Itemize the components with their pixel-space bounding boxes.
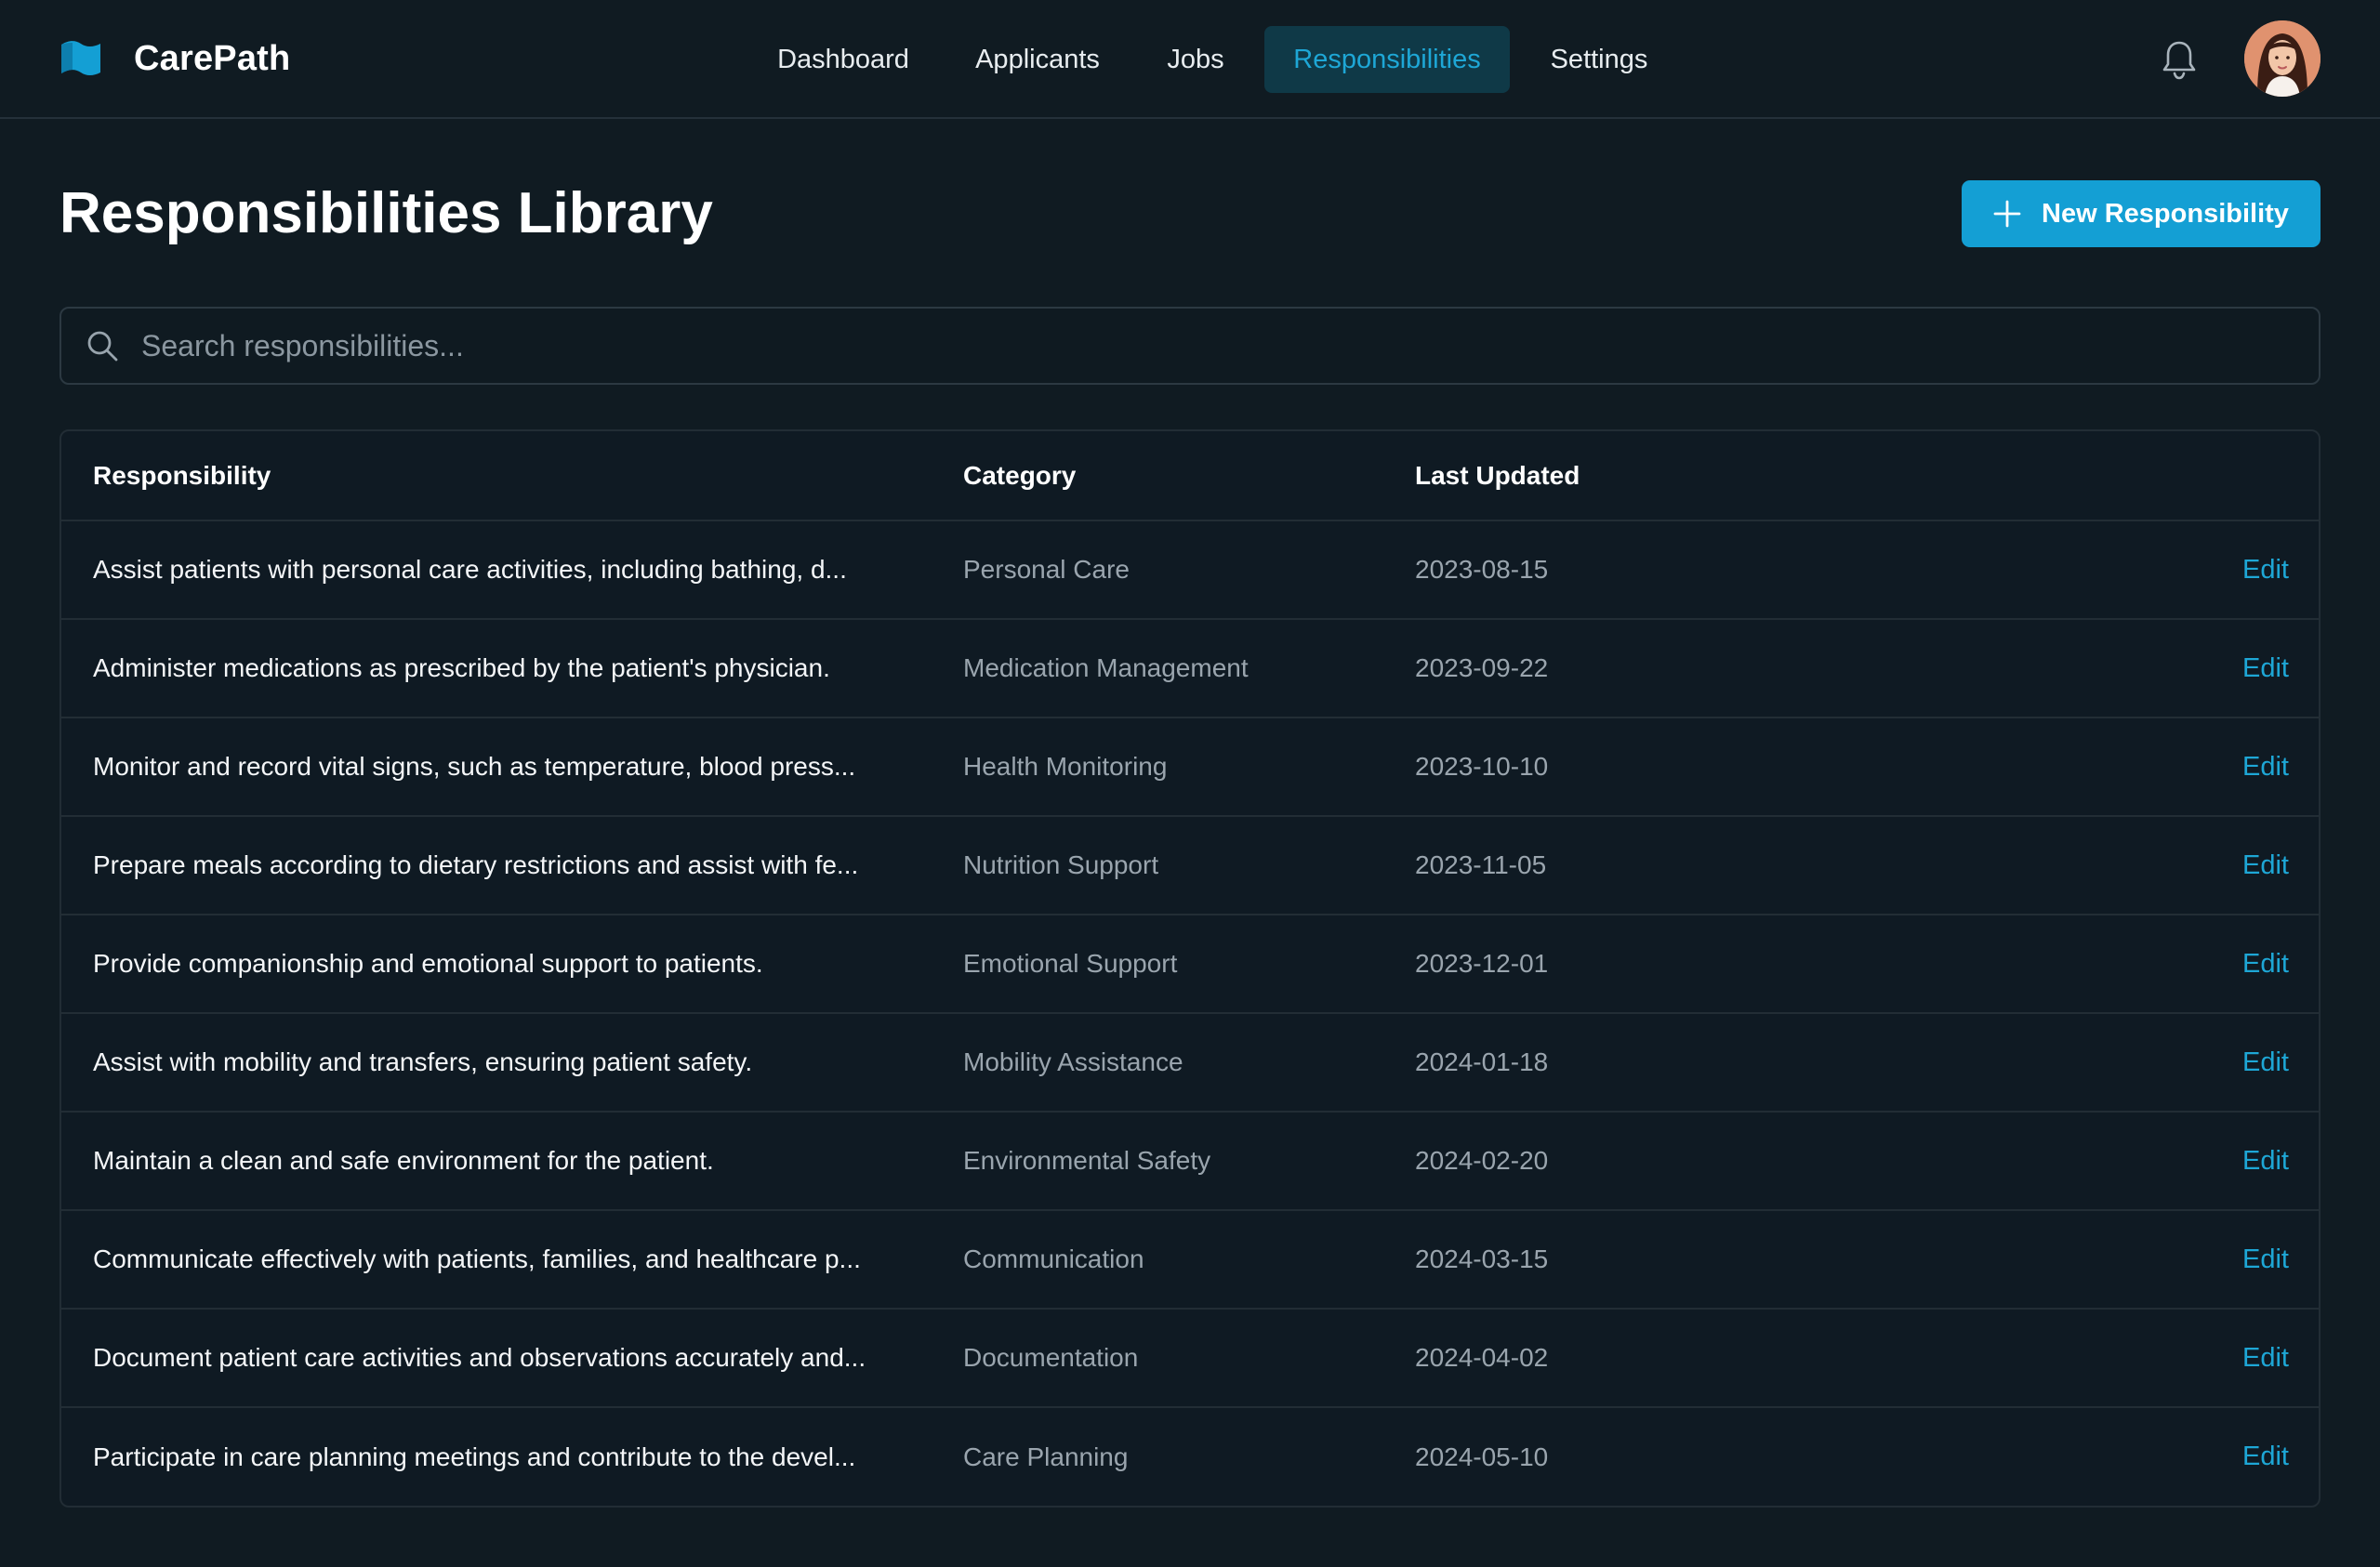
responsibility-cell: Communicate effectively with patients, f… — [93, 1244, 861, 1273]
new-responsibility-button[interactable]: New Responsibility — [1962, 180, 2320, 247]
category-cell: Environmental Safety — [963, 1146, 1211, 1175]
table-row[interactable]: Administer medications as prescribed by … — [61, 619, 2319, 718]
table-row[interactable]: Document patient care activities and obs… — [61, 1309, 2319, 1407]
last-updated-cell: 2024-05-10 — [1415, 1442, 1549, 1471]
last-updated-cell: 2023-08-15 — [1415, 555, 1549, 584]
actions-cell: Edit — [2010, 520, 2319, 619]
last-updated-cell: 2023-10-10 — [1415, 752, 1549, 781]
edit-link[interactable]: Edit — [2242, 949, 2289, 979]
actions-cell: Edit — [2010, 619, 2319, 718]
last-updated-cell: 2024-03-15 — [1415, 1244, 1549, 1273]
responsibility-cell: Assist patients with personal care activ… — [93, 555, 847, 584]
plus-icon — [1993, 200, 2021, 228]
nav-dashboard[interactable]: Dashboard — [753, 26, 933, 93]
responsibilities-table: Responsibility Category Last Updated Ass… — [60, 429, 2320, 1508]
responsibility-cell: Maintain a clean and safe environment fo… — [93, 1146, 714, 1175]
category-cell: Communication — [963, 1244, 1144, 1273]
table-row[interactable]: Assist patients with personal care activ… — [61, 520, 2319, 619]
column-header-last-updated[interactable]: Last Updated — [1415, 431, 2010, 520]
table-row[interactable]: Maintain a clean and safe environment fo… — [61, 1112, 2319, 1210]
user-avatar[interactable] — [2244, 20, 2320, 97]
category-cell: Care Planning — [963, 1442, 1129, 1471]
user-avatar-icon — [2244, 20, 2320, 97]
last-updated-cell: 2024-02-20 — [1415, 1146, 1549, 1175]
last-updated-cell: 2024-04-02 — [1415, 1343, 1549, 1372]
nav-settings[interactable]: Settings — [1527, 26, 1672, 93]
responsibility-cell: Administer medications as prescribed by … — [93, 653, 830, 682]
table-row[interactable]: Communicate effectively with patients, f… — [61, 1210, 2319, 1309]
last-updated-cell: 2023-09-22 — [1415, 653, 1549, 682]
responsibility-cell: Monitor and record vital signs, such as … — [93, 752, 856, 781]
actions-cell: Edit — [2010, 915, 2319, 1013]
bell-icon — [2162, 41, 2196, 80]
nav-jobs[interactable]: Jobs — [1142, 26, 1250, 93]
category-cell: Mobility Assistance — [963, 1047, 1183, 1076]
column-header-category[interactable]: Category — [963, 431, 1415, 520]
responsibility-cell: Assist with mobility and transfers, ensu… — [93, 1047, 753, 1076]
search-bar — [60, 307, 2320, 385]
search-input[interactable] — [139, 317, 2319, 375]
last-updated-cell: 2024-01-18 — [1415, 1047, 1549, 1076]
actions-cell: Edit — [2010, 1112, 2319, 1210]
table-row[interactable]: Assist with mobility and transfers, ensu… — [61, 1013, 2319, 1112]
table-body: Assist patients with personal care activ… — [61, 520, 2319, 1506]
edit-link[interactable]: Edit — [2242, 1442, 2289, 1471]
category-cell: Documentation — [963, 1343, 1139, 1372]
top-navigation-bar: CarePath Dashboard Applicants Jobs Respo… — [0, 0, 2380, 119]
edit-link[interactable]: Edit — [2242, 850, 2289, 880]
page-title: Responsibilities Library — [60, 181, 713, 245]
main-nav: Dashboard Applicants Jobs Responsibiliti… — [0, 0, 2380, 117]
edit-link[interactable]: Edit — [2242, 752, 2289, 782]
responsibility-cell: Provide companionship and emotional supp… — [93, 949, 763, 978]
category-cell: Medication Management — [963, 653, 1249, 682]
edit-link[interactable]: Edit — [2242, 1047, 2289, 1077]
table-row[interactable]: Monitor and record vital signs, such as … — [61, 718, 2319, 816]
column-header-responsibility[interactable]: Responsibility — [61, 431, 963, 520]
actions-cell: Edit — [2010, 1407, 2319, 1506]
table-header-row: Responsibility Category Last Updated — [61, 431, 2319, 520]
responsibility-cell: Document patient care activities and obs… — [93, 1343, 866, 1372]
category-cell: Emotional Support — [963, 949, 1178, 978]
edit-link[interactable]: Edit — [2242, 1146, 2289, 1176]
last-updated-cell: 2023-12-01 — [1415, 949, 1549, 978]
edit-link[interactable]: Edit — [2242, 1244, 2289, 1274]
responsibility-cell: Participate in care planning meetings an… — [93, 1442, 856, 1471]
column-header-actions — [2010, 431, 2319, 520]
edit-link[interactable]: Edit — [2242, 653, 2289, 683]
last-updated-cell: 2023-11-05 — [1415, 850, 1547, 879]
nav-applicants[interactable]: Applicants — [952, 26, 1123, 93]
actions-cell: Edit — [2010, 1013, 2319, 1112]
actions-cell: Edit — [2010, 718, 2319, 816]
new-responsibility-label: New Responsibility — [2042, 198, 2289, 229]
table-row[interactable]: Prepare meals according to dietary restr… — [61, 816, 2319, 915]
responsibility-cell: Prepare meals according to dietary restr… — [93, 850, 859, 879]
edit-link[interactable]: Edit — [2242, 1343, 2289, 1373]
nav-responsibilities[interactable]: Responsibilities — [1264, 26, 1510, 93]
search-icon — [87, 331, 118, 362]
category-cell: Nutrition Support — [963, 850, 1159, 879]
actions-cell: Edit — [2010, 816, 2319, 915]
category-cell: Health Monitoring — [963, 752, 1168, 781]
actions-cell: Edit — [2010, 1210, 2319, 1309]
notifications-button[interactable] — [2157, 37, 2202, 82]
actions-cell: Edit — [2010, 1309, 2319, 1407]
category-cell: Personal Care — [963, 555, 1130, 584]
edit-link[interactable]: Edit — [2242, 555, 2289, 585]
table-row[interactable]: Provide companionship and emotional supp… — [61, 915, 2319, 1013]
table-row[interactable]: Participate in care planning meetings an… — [61, 1407, 2319, 1506]
